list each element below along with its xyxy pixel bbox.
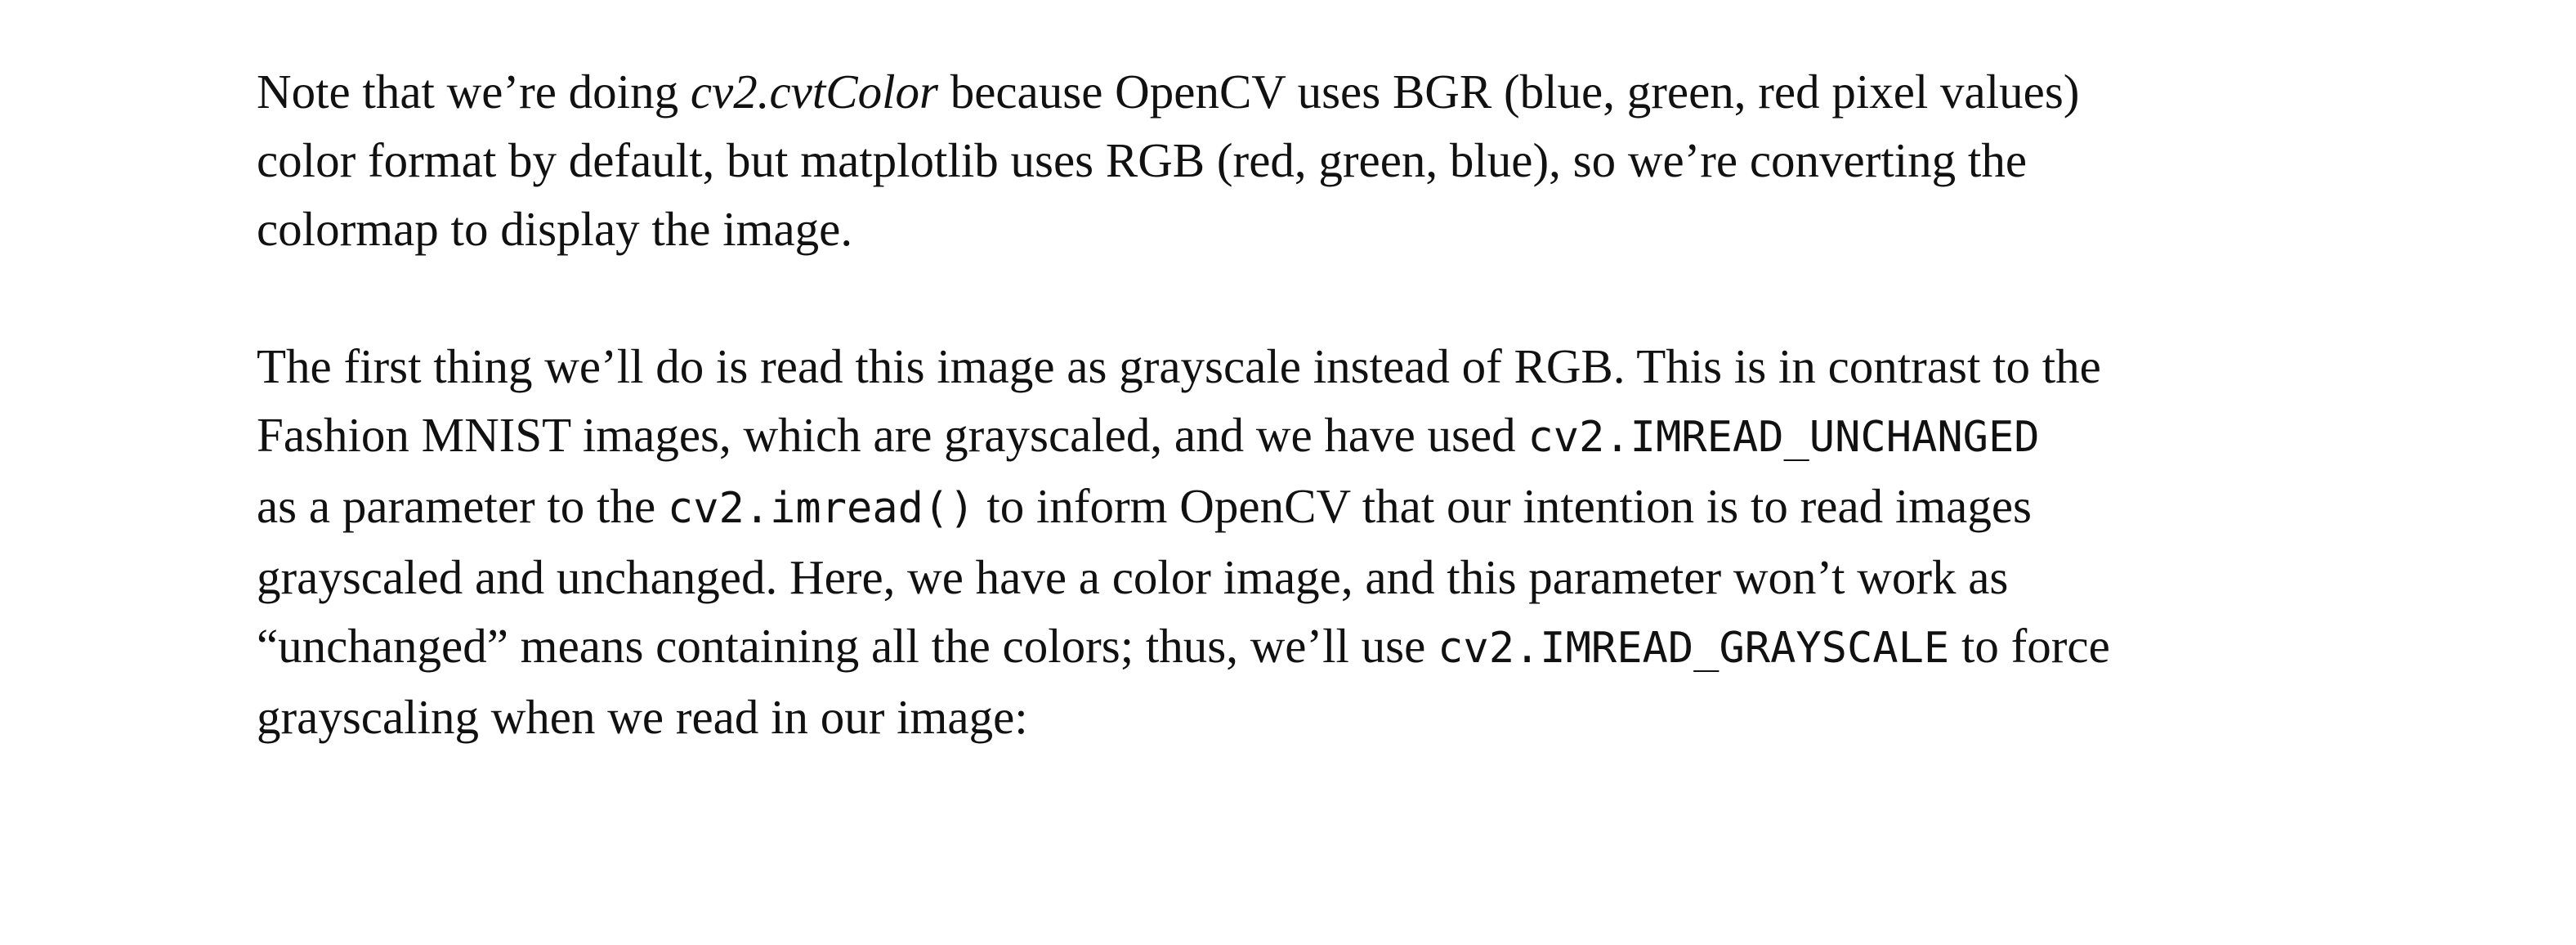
inline-code-imread: cv2.imread() bbox=[667, 484, 975, 533]
text-run: Note that we’re doing bbox=[257, 65, 691, 119]
document-body: Note that we’re doing cv2.cvtColor becau… bbox=[257, 57, 2300, 751]
text-run: to force bbox=[1949, 619, 2110, 673]
inline-code-imread-unchanged: cv2.IMREAD_UNCHANGED bbox=[1527, 413, 2040, 462]
text-line: Fashion MNIST images, which are grayscal… bbox=[257, 401, 2300, 472]
text-line: as a parameter to the cv2.imread() to in… bbox=[257, 472, 2300, 543]
paragraph-cvtcolor-note: Note that we’re doing cv2.cvtColor becau… bbox=[257, 57, 2300, 263]
text-line: grayscaled and unchanged. Here, we have … bbox=[257, 550, 2009, 604]
text-line: color format by default, but matplotlib … bbox=[257, 133, 2028, 187]
text-line: Note that we’re doing cv2.cvtColor becau… bbox=[257, 57, 2300, 126]
text-run: to inform OpenCV that our intention is t… bbox=[974, 479, 2032, 533]
text-line: “unchanged” means containing all the col… bbox=[257, 611, 2300, 683]
text-run: because OpenCV uses BGR (blue, green, re… bbox=[937, 65, 2080, 119]
inline-emphasis-cvtcolor: cv2.cvtColor bbox=[690, 65, 938, 119]
inline-code-imread-grayscale: cv2.IMREAD_GRAYSCALE bbox=[1438, 624, 1950, 673]
paragraph-grayscale-read: The first thing we’ll do is read this im… bbox=[257, 332, 2300, 751]
text-run: Fashion MNIST images, which are grayscal… bbox=[257, 408, 1528, 462]
text-run: “unchanged” means containing all the col… bbox=[257, 619, 1438, 673]
text-run: as a parameter to the bbox=[257, 479, 668, 533]
text-line: colormap to display the image. bbox=[257, 202, 853, 256]
text-line: grayscaling when we read in our image: bbox=[257, 690, 1028, 744]
text-line: The first thing we’ll do is read this im… bbox=[257, 339, 2101, 393]
